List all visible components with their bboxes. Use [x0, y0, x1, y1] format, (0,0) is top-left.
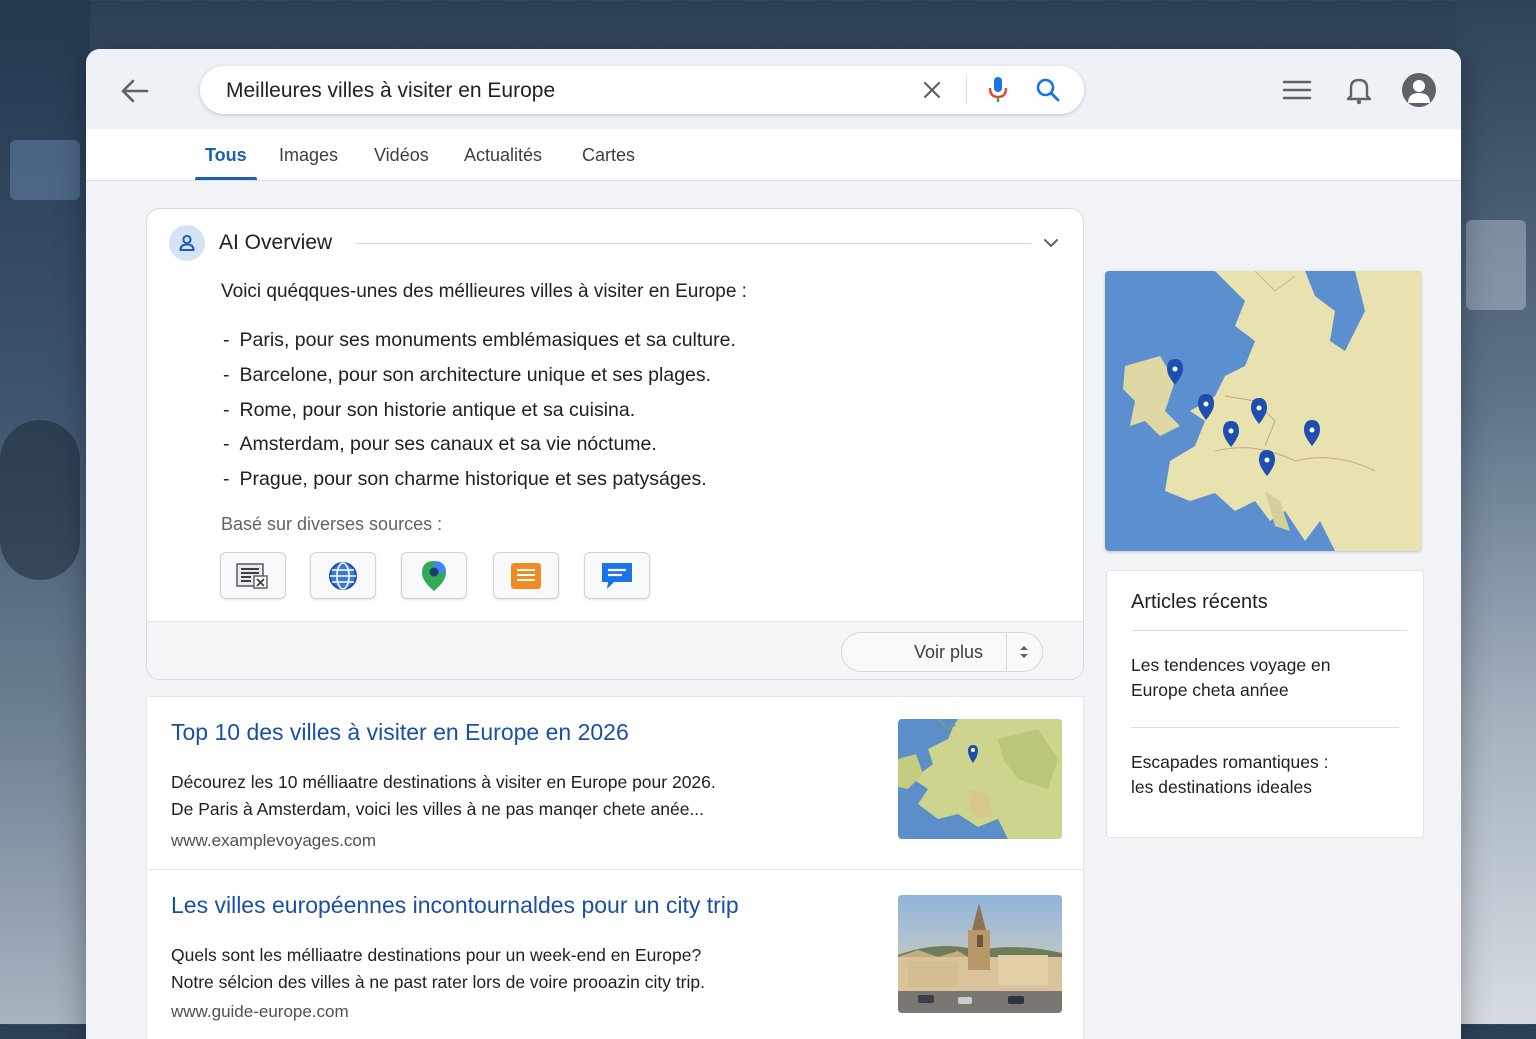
- sources-label: Basé sur diverses sources :: [221, 514, 443, 534]
- snippet-line: Notre sélcion des villes à ne past rater…: [171, 972, 705, 992]
- clear-search-button[interactable]: [918, 76, 946, 104]
- tab-cartes[interactable]: Cartes: [582, 145, 635, 166]
- snippet-line: Décourez les 10 mélliaatre destinations …: [171, 772, 716, 792]
- user-avatar-icon: [1408, 80, 1430, 103]
- ai-overview-card: AI Overview Voici quéqques-unes des méll…: [146, 208, 1084, 680]
- search-result: Les villes européennes incontournaldes p…: [146, 869, 1084, 1039]
- ai-overview-collapse-button[interactable]: [1039, 231, 1063, 255]
- active-tab-indicator: [195, 177, 257, 180]
- city-description: , pour son historie antique et sa cuisin…: [291, 398, 636, 421]
- browser-window: Tous Images Vidéos Actualités Cartes AI …: [86, 49, 1461, 1039]
- search-submit-button[interactable]: [1032, 74, 1064, 106]
- ai-overview-footer: Voir plus: [147, 621, 1083, 679]
- europe-map-thumbnail[interactable]: [898, 719, 1062, 839]
- account-avatar[interactable]: [1402, 73, 1436, 107]
- result-title-link[interactable]: Les villes européennes incontournaldes p…: [171, 892, 739, 919]
- divider: [1131, 727, 1399, 728]
- city-description: , pour son architecture unique et ses pl…: [327, 363, 712, 386]
- show-more-label: Voir plus: [914, 642, 984, 662]
- city-description: , pour ses monuments emblémasiques et sa…: [283, 329, 736, 351]
- article-title-line: Les tendences voyage en: [1131, 655, 1331, 675]
- search-header: [86, 49, 1461, 129]
- tab-tous[interactable]: Tous: [205, 145, 247, 166]
- microphone-icon: [988, 77, 1008, 102]
- snippet-line: De Paris à Amsterdam, voici les villes à…: [171, 799, 705, 819]
- notifications-button[interactable]: [1342, 73, 1376, 107]
- city-name: Amsterdam: [239, 433, 340, 456]
- source-button-forum[interactable]: [584, 552, 650, 599]
- arrow-left-icon: [121, 79, 149, 103]
- voice-search-button[interactable]: [984, 74, 1012, 106]
- list-item: - Paris, pour ses monuments emblémasiques…: [223, 329, 736, 351]
- show-more-divider: [1006, 633, 1007, 671]
- city-description: , pour ses canaux et sa vie nóctume.: [339, 433, 657, 456]
- ai-overview-icon: [169, 225, 205, 261]
- document-source-icon: [511, 562, 541, 589]
- expand-arrows-icon: [1014, 642, 1034, 662]
- background-screen-blur: [10, 140, 80, 200]
- europe-map-with-pins[interactable]: [1105, 271, 1421, 551]
- source-button-maps[interactable]: [401, 552, 467, 599]
- ai-overview-list: - Paris, pour ses monuments emblémasiques…: [223, 323, 736, 497]
- search-tabs: Tous Images Vidéos Actualités Cartes: [86, 129, 1461, 181]
- map-pin-source-icon: [422, 560, 446, 591]
- search-box-divider: [966, 76, 967, 104]
- close-icon: [923, 81, 941, 99]
- ai-overview-divider: [355, 243, 1031, 244]
- article-link[interactable]: Escapades romantiques : les destinations…: [1131, 750, 1391, 800]
- globe-source-icon: [329, 561, 357, 590]
- city-name: Rome: [239, 398, 292, 421]
- chevron-down-icon: [1044, 239, 1058, 248]
- city-cathedral-photo[interactable]: [898, 895, 1062, 1013]
- recent-articles-title: Articles récents: [1131, 591, 1268, 613]
- chat-source-icon: [602, 562, 632, 589]
- result-snippet: Quels sont les mélliaatre destinations p…: [171, 942, 871, 996]
- back-button[interactable]: [114, 71, 154, 111]
- show-more-button[interactable]: Voir plus: [841, 632, 1043, 672]
- source-button-web[interactable]: [310, 552, 376, 599]
- article-title-line: Escapades romantiques :: [1131, 752, 1329, 772]
- article-title-line: Europe cheta anńee: [1131, 680, 1289, 700]
- list-item: - Prague, pour son charme historique et s…: [223, 468, 707, 491]
- search-icon: [1036, 78, 1060, 102]
- person-icon: [179, 234, 195, 251]
- recent-articles-panel: Articles récents Les tendences voyage en…: [1106, 570, 1424, 838]
- article-title-line: les destinations ideales: [1131, 777, 1312, 797]
- city-name: Barcelone: [239, 363, 328, 386]
- city-description: , pour son charme historique et ses paty…: [302, 468, 707, 491]
- background-person-blur: [0, 420, 80, 580]
- result-url[interactable]: www.examplevoyages.com: [171, 831, 376, 851]
- news-source-icon: [236, 562, 268, 589]
- list-item: - Barcelone, pour son architecture unique…: [223, 363, 712, 386]
- search-input[interactable]: [224, 74, 908, 108]
- menu-button[interactable]: [1280, 75, 1314, 105]
- ai-overview-title: AI Overview: [219, 231, 333, 254]
- result-url[interactable]: www.guide-europe.com: [171, 1002, 349, 1022]
- background-light-blur: [1466, 220, 1526, 310]
- result-snippet: Décourez les 10 mélliaatre destinations …: [171, 769, 871, 823]
- result-title-link[interactable]: Top 10 des villes à visiter en Europe en…: [171, 719, 629, 746]
- tab-images[interactable]: Images: [279, 145, 338, 166]
- background-right: [1456, 0, 1536, 1024]
- tab-actualites[interactable]: Actualités: [464, 145, 542, 166]
- tab-videos[interactable]: Vidéos: [374, 145, 429, 166]
- source-button-document[interactable]: [493, 552, 559, 599]
- source-button-news[interactable]: [220, 552, 286, 599]
- ai-overview-intro: Voici quéqques-unes des méllieures ville…: [221, 281, 747, 302]
- hamburger-menu-icon: [1282, 80, 1312, 100]
- list-item: - Rome, pour son historie antique et sa c…: [223, 398, 636, 421]
- divider: [1131, 630, 1407, 631]
- city-name: Paris: [239, 329, 284, 351]
- article-link[interactable]: Les tendences voyage en Europe cheta anń…: [1131, 653, 1391, 703]
- city-name: Prague: [239, 468, 303, 491]
- bell-icon: [1346, 78, 1372, 105]
- list-item: - Amsterdam, pour ses canaux et sa vie nó…: [223, 433, 657, 456]
- search-result: Top 10 des villes à visiter en Europe en…: [146, 696, 1084, 870]
- snippet-line: Quels sont les mélliaatre destinations p…: [171, 945, 702, 965]
- search-box[interactable]: [200, 66, 1084, 114]
